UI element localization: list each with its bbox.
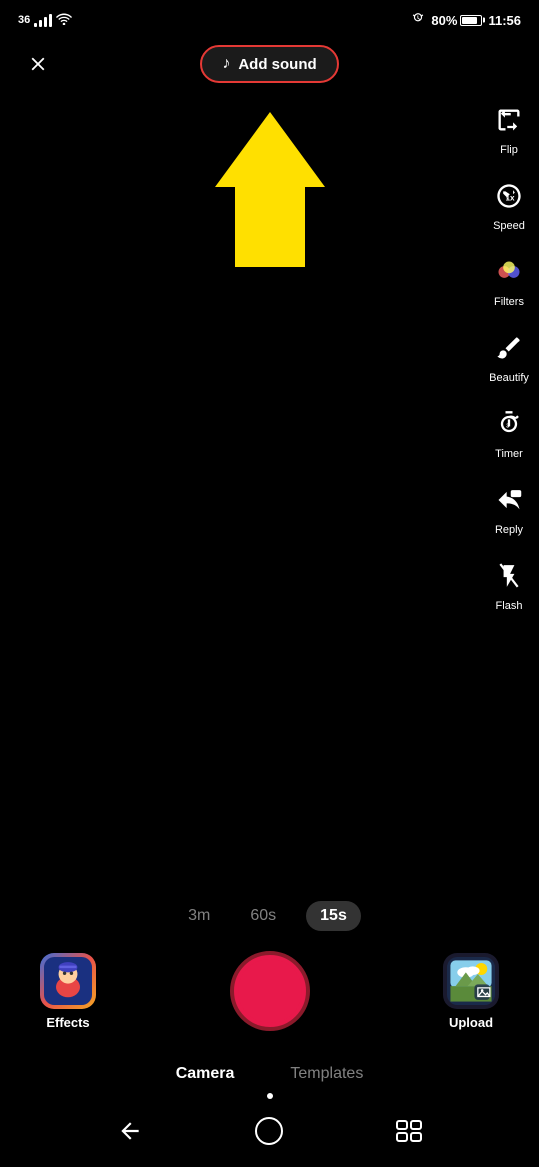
beautify-icon xyxy=(489,328,529,368)
reply-icon xyxy=(489,480,529,520)
sidebar-item-flash[interactable]: Flash xyxy=(489,556,529,612)
reply-label: Reply xyxy=(495,524,523,536)
back-button[interactable] xyxy=(112,1113,148,1149)
sidebar-item-filters[interactable]: Filters xyxy=(489,252,529,308)
bottom-section: 3m 60s 15s xyxy=(0,901,539,1167)
tab-camera[interactable]: Camera xyxy=(168,1061,243,1087)
duration-60s[interactable]: 60s xyxy=(240,901,286,931)
beautify-label: Beautify xyxy=(489,372,529,384)
wifi-icon xyxy=(56,12,72,28)
filters-icon xyxy=(489,252,529,292)
svg-text:1x: 1x xyxy=(506,194,516,203)
right-sidebar: Flip 1x Speed Filters Beautify xyxy=(489,100,529,612)
duration-3m[interactable]: 3m xyxy=(178,901,220,931)
flip-icon xyxy=(489,100,529,140)
sidebar-item-timer[interactable]: 3 Timer xyxy=(489,404,529,460)
status-right: 80% 11:56 xyxy=(411,12,521,29)
tab-bar: Camera Templates xyxy=(0,1051,539,1093)
effects-label: Effects xyxy=(46,1015,89,1030)
tab-active-dot xyxy=(267,1093,273,1099)
timer-label: Timer xyxy=(495,448,523,460)
sidebar-item-flip[interactable]: Flip xyxy=(489,100,529,156)
network-label: 36 xyxy=(18,14,30,26)
alarm-icon xyxy=(411,12,425,29)
tab-templates[interactable]: Templates xyxy=(282,1061,371,1087)
upload-icon xyxy=(443,953,499,1009)
home-button[interactable] xyxy=(251,1113,287,1149)
effects-button[interactable]: Effects xyxy=(40,953,96,1030)
close-button[interactable] xyxy=(18,44,58,84)
shutter-button[interactable] xyxy=(230,951,310,1031)
flash-label: Flash xyxy=(496,600,523,612)
sidebar-item-reply[interactable]: Reply xyxy=(489,480,529,536)
nav-bar xyxy=(0,1103,539,1167)
upload-label: Upload xyxy=(449,1015,493,1030)
timer-icon: 3 xyxy=(489,404,529,444)
status-bar: 36 80% 11:56 xyxy=(0,0,539,36)
music-icon: ♪ xyxy=(222,55,230,73)
upload-button[interactable]: Upload xyxy=(443,953,499,1030)
battery-percent: 80% xyxy=(431,13,457,28)
speed-label: Speed xyxy=(493,220,525,232)
tab-indicator xyxy=(0,1093,539,1099)
camera-controls: Effects xyxy=(0,951,539,1031)
time-display: 11:56 xyxy=(488,13,521,28)
sidebar-item-speed[interactable]: 1x Speed xyxy=(489,176,529,232)
battery-indicator: 80% xyxy=(431,13,482,28)
signal-bars-icon xyxy=(34,13,52,27)
arrow-indicator xyxy=(0,112,539,267)
speed-icon: 1x xyxy=(489,176,529,216)
battery-icon xyxy=(460,15,482,26)
shutter-inner xyxy=(238,959,302,1023)
flash-icon xyxy=(489,556,529,596)
recents-button[interactable] xyxy=(391,1113,427,1149)
add-sound-button[interactable]: ♪ Add sound xyxy=(200,45,338,83)
filters-label: Filters xyxy=(494,296,524,308)
sidebar-item-beautify[interactable]: Beautify xyxy=(489,328,529,384)
status-left: 36 xyxy=(18,12,72,28)
add-sound-label: Add sound xyxy=(238,56,316,73)
duration-15s[interactable]: 15s xyxy=(306,901,361,931)
effects-icon xyxy=(40,953,96,1009)
duration-selector: 3m 60s 15s xyxy=(0,901,539,931)
flip-label: Flip xyxy=(500,144,518,156)
top-controls: ♪ Add sound xyxy=(0,36,539,92)
